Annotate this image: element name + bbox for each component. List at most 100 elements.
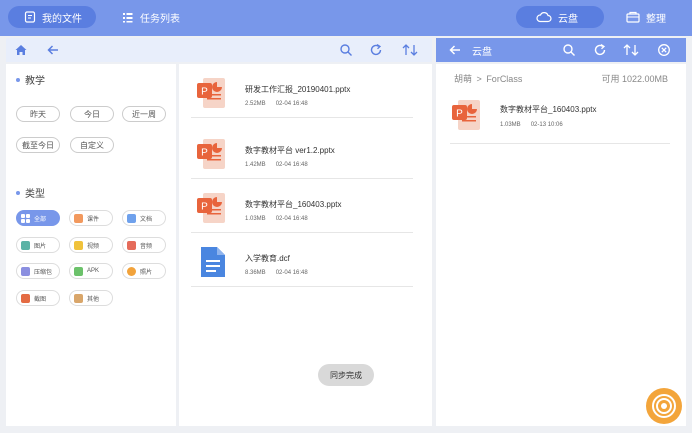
filter-panel: 教学 昨天 今日 近一周 截至今日 自定义 类型 全部 课件 文档 图片 视频 …	[6, 64, 176, 426]
breadcrumb: 胡萌 > ForClass	[454, 72, 522, 85]
cloud-tab[interactable]: 云盘	[516, 6, 604, 28]
search-icon[interactable]	[339, 43, 353, 57]
type-courseware-label: 课件	[87, 216, 100, 223]
file-date: 02-13 10:06	[530, 122, 563, 128]
breadcrumb-folder[interactable]: ForClass	[486, 74, 522, 84]
filter-last-week[interactable]: 近一周	[122, 106, 166, 122]
type-courseware[interactable]: 课件	[69, 210, 113, 226]
close-icon[interactable]	[657, 43, 671, 57]
file-name: 数字教材平台_160403.pptx	[245, 200, 342, 209]
file-item[interactable]: P 数字教材平台_160403.pptx 1.03MB 02-04 16:48	[191, 179, 413, 233]
svg-text:P: P	[456, 109, 463, 120]
cloud-panel: 胡萌 > ForClass 可用 1022.00MB P 数字教材平台_1604…	[436, 64, 686, 426]
section-type: 类型	[16, 185, 45, 200]
type-apk[interactable]: APK	[69, 263, 113, 279]
file-name: 入学教育.dcf	[245, 254, 290, 263]
type-audio[interactable]: 音频	[122, 237, 166, 253]
cloud-back-arrow-icon[interactable]	[448, 43, 462, 57]
file-name: 数字教材平台 ver1.2.pptx	[245, 146, 335, 155]
type-archive-label: 压缩包	[34, 269, 53, 276]
section-type-label: 类型	[25, 189, 45, 200]
sync-complete-toast: 同步完成	[318, 364, 374, 386]
screenshot-icon	[21, 293, 30, 303]
type-all[interactable]: 全部	[16, 210, 60, 226]
top-bar: 我的文件 任务列表 云盘 整理	[0, 0, 692, 36]
type-all-label: 全部	[34, 216, 47, 223]
filter-yesterday[interactable]: 昨天	[16, 106, 60, 122]
filter-until-today[interactable]: 截至今日	[16, 137, 60, 153]
type-other[interactable]: 其他	[69, 290, 113, 306]
file-date: 02-04 16:48	[275, 216, 308, 222]
type-screenshot-label: 截图	[34, 296, 47, 303]
file-item[interactable]: 入学教育.dcf 8.36MB 02-04 16:48	[191, 233, 413, 287]
cloud-file-item[interactable]: P 数字教材平台_160403.pptx 1.03MB 02-13 10:06	[450, 90, 670, 144]
file-size: 2.52MB	[245, 101, 266, 107]
cloud-search-icon[interactable]	[562, 43, 576, 57]
cloud-sort-icon[interactable]	[622, 43, 640, 57]
sort-icon[interactable]	[401, 43, 419, 57]
file-meta: 8.36MB 02-04 16:48	[245, 270, 308, 276]
type-video[interactable]: 视频	[69, 237, 113, 253]
type-apk-label: APK	[87, 268, 100, 274]
task-list-icon	[123, 13, 133, 23]
organize-icon	[626, 11, 640, 23]
svg-text:P: P	[201, 148, 208, 159]
task-list-label: 任务列表	[140, 13, 180, 25]
ppt-file-icon: P	[197, 193, 225, 223]
type-screenshot[interactable]: 截图	[16, 290, 60, 306]
file-meta: 1.03MB 02-04 16:48	[245, 216, 308, 222]
doc-file-icon	[201, 247, 225, 277]
task-list-tab[interactable]: 任务列表	[120, 6, 180, 28]
bullet-dot	[16, 190, 20, 195]
audio-icon	[127, 240, 136, 250]
local-toolbar	[6, 38, 432, 62]
file-size: 1.42MB	[245, 162, 266, 168]
ppt-file-icon: P	[197, 78, 225, 108]
file-meta: 2.52MB 02-04 16:48	[245, 101, 308, 107]
image-icon	[21, 240, 30, 250]
type-video-label: 视频	[87, 243, 100, 250]
floating-action-button[interactable]	[646, 388, 682, 424]
file-date: 02-04 16:48	[275, 270, 308, 276]
filter-today[interactable]: 今日	[70, 106, 114, 122]
ppt-file-icon: P	[452, 100, 480, 130]
filter-custom[interactable]: 自定义	[70, 137, 114, 153]
photo-icon	[127, 266, 136, 276]
section-teaching: 教学	[16, 72, 45, 87]
organize-label: 整理	[646, 13, 666, 25]
section-teaching-label: 教学	[25, 76, 45, 87]
document-icon	[127, 213, 136, 223]
file-item[interactable]: P 研发工作汇报_20190401.pptx 2.52MB 02-04 16:48	[191, 64, 413, 118]
organize-tab[interactable]: 整理	[624, 6, 666, 28]
refresh-icon[interactable]	[369, 43, 383, 57]
type-photo-label: 照片	[140, 269, 153, 276]
cloud-label: 云盘	[558, 13, 578, 25]
breadcrumb-separator: >	[476, 74, 482, 84]
svg-text:P: P	[201, 202, 208, 213]
file-date: 02-04 16:48	[275, 162, 308, 168]
other-icon	[74, 293, 83, 303]
apk-icon	[74, 266, 83, 276]
back-arrow-icon[interactable]	[46, 43, 60, 57]
file-list-icon	[24, 11, 36, 23]
breadcrumb-root[interactable]: 胡萌	[454, 74, 472, 84]
grid-icon	[21, 213, 30, 223]
file-list-panel: P 研发工作汇报_20190401.pptx 2.52MB 02-04 16:48…	[179, 64, 432, 426]
courseware-icon	[74, 213, 83, 223]
cloud-refresh-icon[interactable]	[593, 43, 607, 57]
home-icon[interactable]	[14, 43, 28, 57]
my-files-tab[interactable]: 我的文件	[8, 6, 96, 28]
type-archive[interactable]: 压缩包	[16, 263, 60, 279]
type-document[interactable]: 文档	[122, 210, 166, 226]
file-item[interactable]: P 数字教材平台 ver1.2.pptx 1.42MB 02-04 16:48	[191, 125, 413, 179]
archive-icon	[21, 266, 30, 276]
file-date: 02-04 16:48	[275, 101, 308, 107]
target-icon	[652, 394, 676, 418]
type-document-label: 文档	[140, 216, 153, 223]
type-other-label: 其他	[87, 296, 100, 303]
file-meta: 1.42MB 02-04 16:48	[245, 162, 308, 168]
type-image[interactable]: 图片	[16, 237, 60, 253]
type-photo[interactable]: 照片	[122, 263, 166, 279]
bullet-dot	[16, 77, 20, 82]
cloud-panel-title: 云盘	[472, 47, 492, 58]
